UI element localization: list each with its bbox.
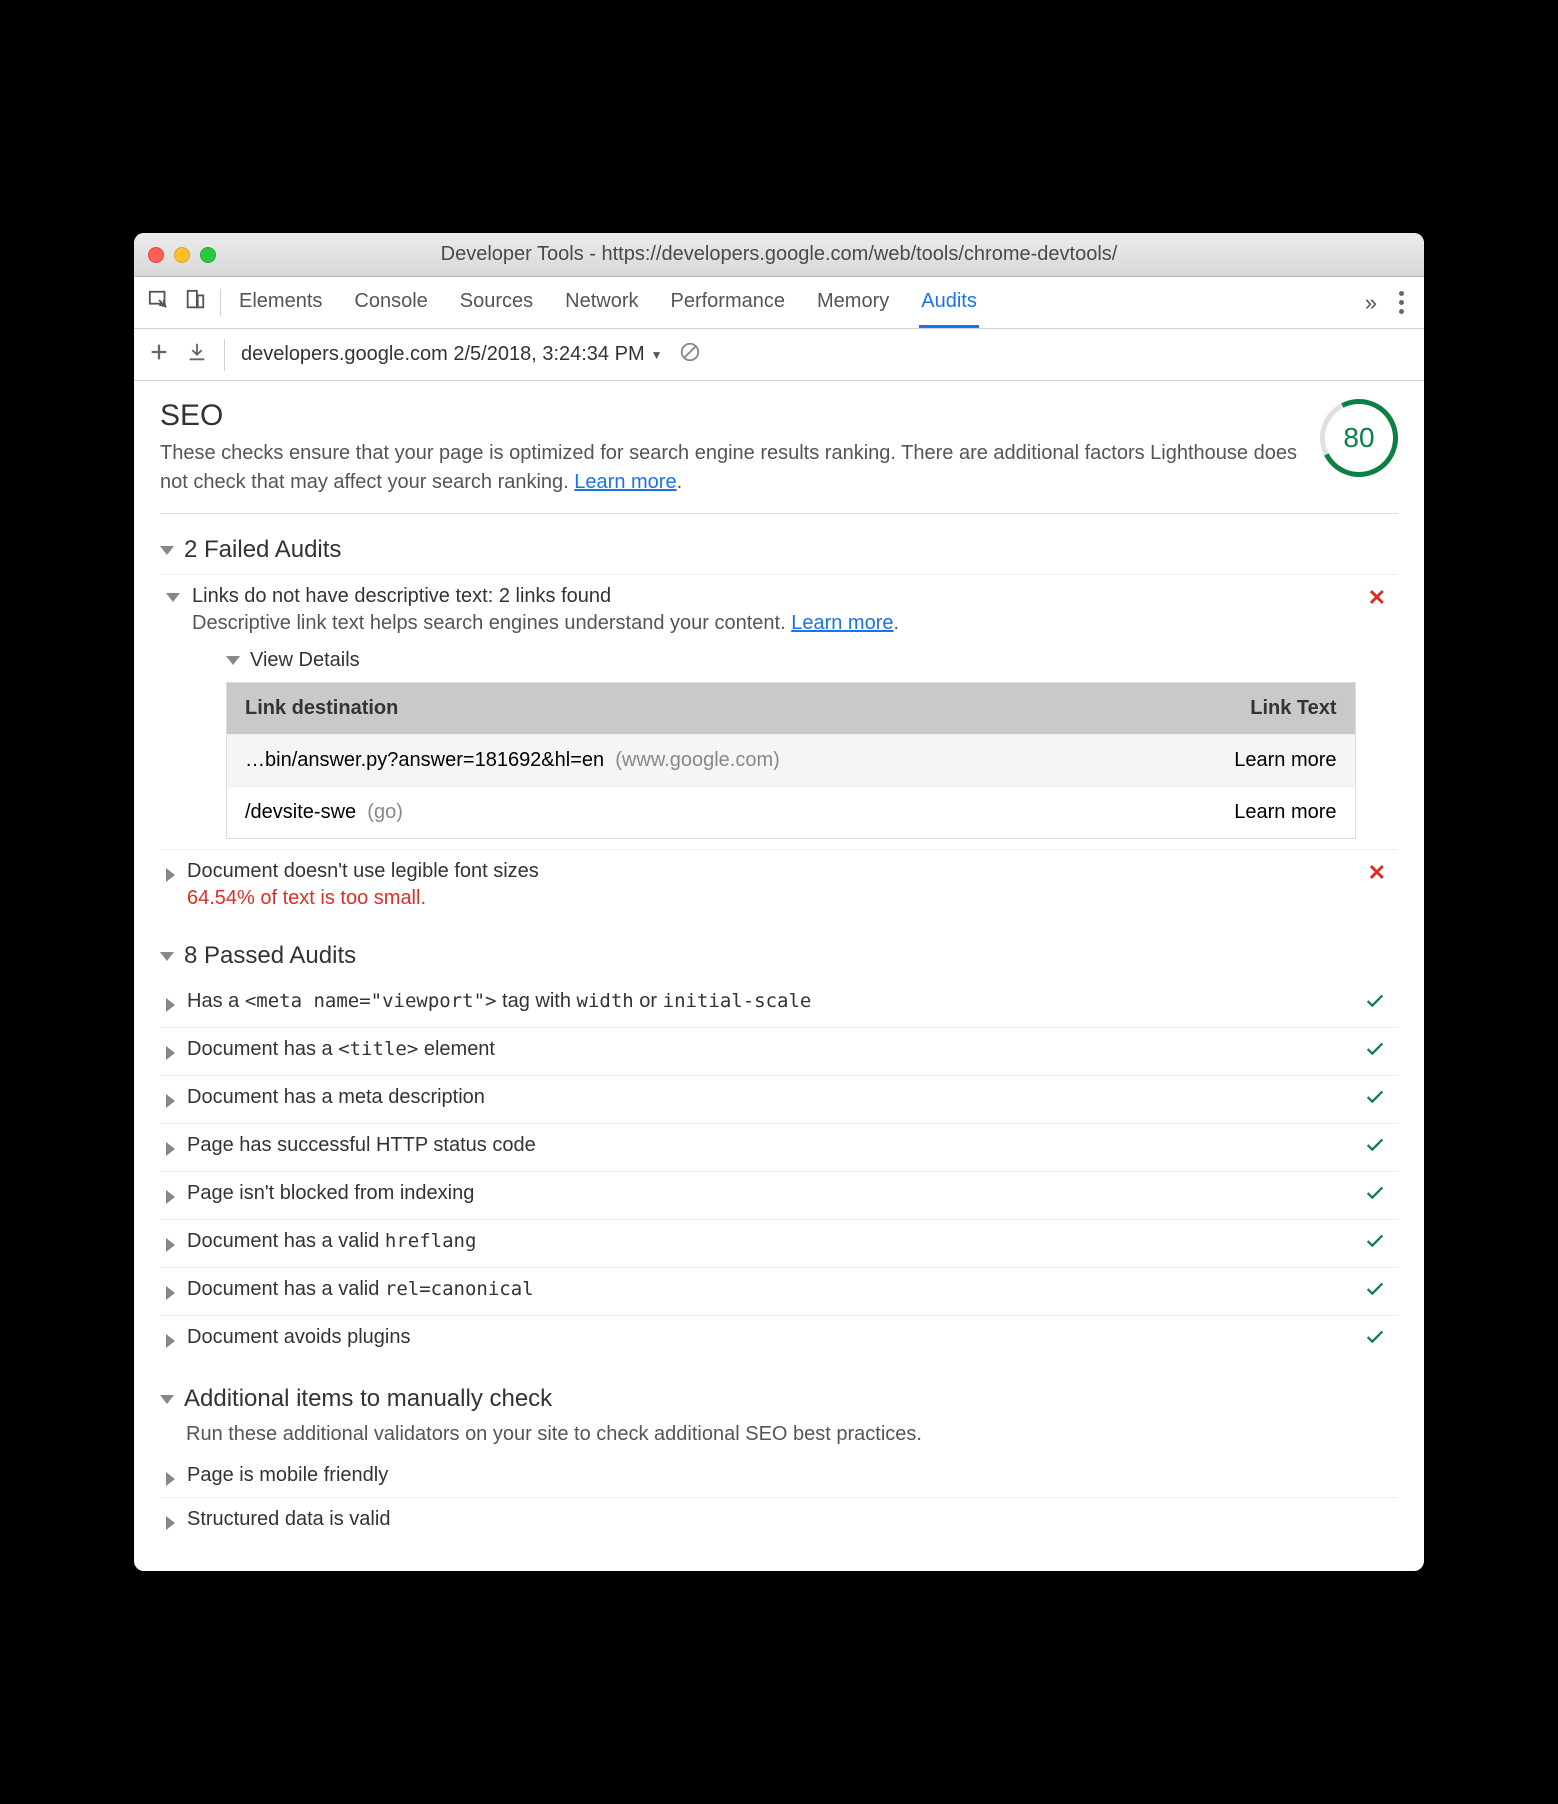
pass-check-icon bbox=[1364, 1230, 1392, 1257]
table-row: …bin/answer.py?answer=181692&hl=en (www.… bbox=[227, 735, 1356, 787]
new-audit-icon[interactable] bbox=[148, 341, 170, 368]
toolbar-divider bbox=[224, 339, 225, 371]
fail-x-icon: ✕ bbox=[1368, 860, 1392, 886]
chevron-right-icon bbox=[166, 868, 175, 882]
tab-audits[interactable]: Audits bbox=[919, 278, 979, 328]
tab-performance[interactable]: Performance bbox=[669, 278, 788, 328]
chevron-right-icon bbox=[166, 1046, 175, 1060]
audit-title: Document doesn't use legible font sizes bbox=[187, 860, 1356, 883]
audit-row[interactable]: Document doesn't use legible font sizes … bbox=[160, 849, 1398, 920]
audit-title: Document has a valid rel=canonical bbox=[187, 1278, 1352, 1301]
category-heading: SEO bbox=[160, 399, 1300, 433]
passed-audits-heading: 8 Passed Audits bbox=[184, 942, 356, 970]
audits-toolbar: developers.google.com 2/5/2018, 3:24:34 … bbox=[134, 329, 1424, 381]
view-details-toggle[interactable]: View Details bbox=[226, 649, 1356, 672]
chevron-right-icon bbox=[166, 1334, 175, 1348]
chevron-down-icon bbox=[160, 546, 174, 555]
audit-row[interactable]: Document has a meta description bbox=[160, 1075, 1398, 1123]
chevron-right-icon bbox=[166, 1238, 175, 1252]
tab-network[interactable]: Network bbox=[563, 278, 640, 328]
audit-learn-more-link[interactable]: Learn more bbox=[791, 612, 893, 634]
category-description: These checks ensure that your page is op… bbox=[160, 439, 1300, 497]
audit-title: Page isn't blocked from indexing bbox=[187, 1182, 1352, 1205]
audit-title: Document has a valid hreflang bbox=[187, 1230, 1352, 1253]
audit-title: Page has successful HTTP status code bbox=[187, 1134, 1352, 1157]
inspect-element-icon[interactable] bbox=[148, 289, 170, 316]
chevron-down-icon bbox=[166, 593, 180, 602]
audit-title: Links do not have descriptive text: 2 li… bbox=[192, 585, 1356, 608]
audit-title: Structured data is valid bbox=[187, 1508, 1392, 1531]
audit-row[interactable]: Document has a valid rel=canonical bbox=[160, 1267, 1398, 1315]
audit-content: SEO These checks ensure that your page i… bbox=[134, 381, 1424, 1571]
tab-elements[interactable]: Elements bbox=[237, 278, 324, 328]
tab-console[interactable]: Console bbox=[352, 278, 429, 328]
manual-checks-desc: Run these additional validators on your … bbox=[186, 1423, 1398, 1446]
manual-checks-heading: Additional items to manually check bbox=[184, 1385, 552, 1413]
pass-check-icon bbox=[1364, 990, 1392, 1017]
pass-check-icon bbox=[1364, 1086, 1392, 1113]
report-label: developers.google.com 2/5/2018, 3:24:34 … bbox=[241, 343, 645, 366]
audit-row[interactable]: Page has successful HTTP status code bbox=[160, 1123, 1398, 1171]
settings-menu-button[interactable] bbox=[1393, 291, 1410, 314]
audit-title: Document has a <title> element bbox=[187, 1038, 1352, 1061]
audit-title: Document has a meta description bbox=[187, 1086, 1352, 1109]
seo-learn-more-link[interactable]: Learn more bbox=[574, 471, 676, 493]
panel-tabs: Elements Console Sources Network Perform… bbox=[237, 278, 1349, 328]
pass-check-icon bbox=[1364, 1326, 1392, 1353]
links-table: Link destination Link Text …bin/answer.p… bbox=[226, 682, 1356, 839]
chevron-right-icon bbox=[166, 998, 175, 1012]
pass-check-icon bbox=[1364, 1134, 1392, 1161]
chevron-right-icon bbox=[166, 1516, 175, 1530]
audit-title: Document avoids plugins bbox=[187, 1326, 1352, 1349]
seo-score-value: 80 bbox=[1343, 422, 1374, 454]
toggle-device-icon[interactable] bbox=[184, 289, 206, 316]
devtools-window: Developer Tools - https://developers.goo… bbox=[134, 233, 1424, 1571]
pass-check-icon bbox=[1364, 1278, 1392, 1305]
failed-audits-toggle[interactable]: 2 Failed Audits bbox=[160, 536, 1398, 564]
audit-row[interactable]: Links do not have descriptive text: 2 li… bbox=[160, 574, 1398, 849]
chevron-right-icon bbox=[166, 1094, 175, 1108]
tab-sources[interactable]: Sources bbox=[458, 278, 535, 328]
chevron-right-icon bbox=[166, 1190, 175, 1204]
chevron-down-icon bbox=[226, 656, 240, 665]
audit-row[interactable]: Document has a <title> element bbox=[160, 1027, 1398, 1075]
chevron-down-icon bbox=[160, 952, 174, 961]
table-row: /devsite-swe (go) Learn more bbox=[227, 787, 1356, 839]
audit-row[interactable]: Page isn't blocked from indexing bbox=[160, 1171, 1398, 1219]
chevron-right-icon bbox=[166, 1142, 175, 1156]
audit-subtext: Descriptive link text helps search engin… bbox=[192, 612, 1356, 635]
audit-row[interactable]: Page is mobile friendly bbox=[160, 1454, 1398, 1497]
audit-row[interactable]: Has a <meta name="viewport"> tag with wi… bbox=[160, 980, 1398, 1027]
chevron-right-icon bbox=[166, 1286, 175, 1300]
passed-audits-toggle[interactable]: 8 Passed Audits bbox=[160, 942, 1398, 970]
download-report-icon[interactable] bbox=[186, 341, 208, 368]
fail-x-icon: ✕ bbox=[1368, 585, 1392, 611]
report-selector[interactable]: developers.google.com 2/5/2018, 3:24:34 … bbox=[241, 343, 663, 366]
seo-score-gauge: 80 bbox=[1320, 399, 1398, 477]
pass-check-icon bbox=[1364, 1038, 1392, 1065]
col-link-destination: Link destination bbox=[227, 683, 1135, 735]
audit-title: Has a <meta name="viewport"> tag with wi… bbox=[187, 990, 1352, 1013]
audit-title: Page is mobile friendly bbox=[187, 1464, 1392, 1487]
tabs-overflow-button[interactable]: » bbox=[1355, 290, 1387, 316]
chevron-down-icon bbox=[160, 1395, 174, 1404]
pass-check-icon bbox=[1364, 1182, 1392, 1209]
tab-memory[interactable]: Memory bbox=[815, 278, 891, 328]
audit-warning: 64.54% of text is too small. bbox=[187, 887, 1356, 910]
chevron-down-icon: ▼ bbox=[651, 348, 663, 362]
clear-icon[interactable] bbox=[679, 341, 701, 368]
audit-row[interactable]: Structured data is valid bbox=[160, 1497, 1398, 1541]
manual-checks-toggle[interactable]: Additional items to manually check bbox=[160, 1385, 1398, 1413]
chevron-right-icon bbox=[166, 1472, 175, 1486]
seo-header: SEO These checks ensure that your page i… bbox=[160, 399, 1398, 514]
devtools-tabbar: Elements Console Sources Network Perform… bbox=[134, 277, 1424, 329]
failed-audits-heading: 2 Failed Audits bbox=[184, 536, 341, 564]
col-link-text: Link Text bbox=[1134, 683, 1355, 735]
window-titlebar: Developer Tools - https://developers.goo… bbox=[134, 233, 1424, 277]
audit-row[interactable]: Document has a valid hreflang bbox=[160, 1219, 1398, 1267]
window-title: Developer Tools - https://developers.goo… bbox=[134, 243, 1424, 266]
audit-row[interactable]: Document avoids plugins bbox=[160, 1315, 1398, 1363]
